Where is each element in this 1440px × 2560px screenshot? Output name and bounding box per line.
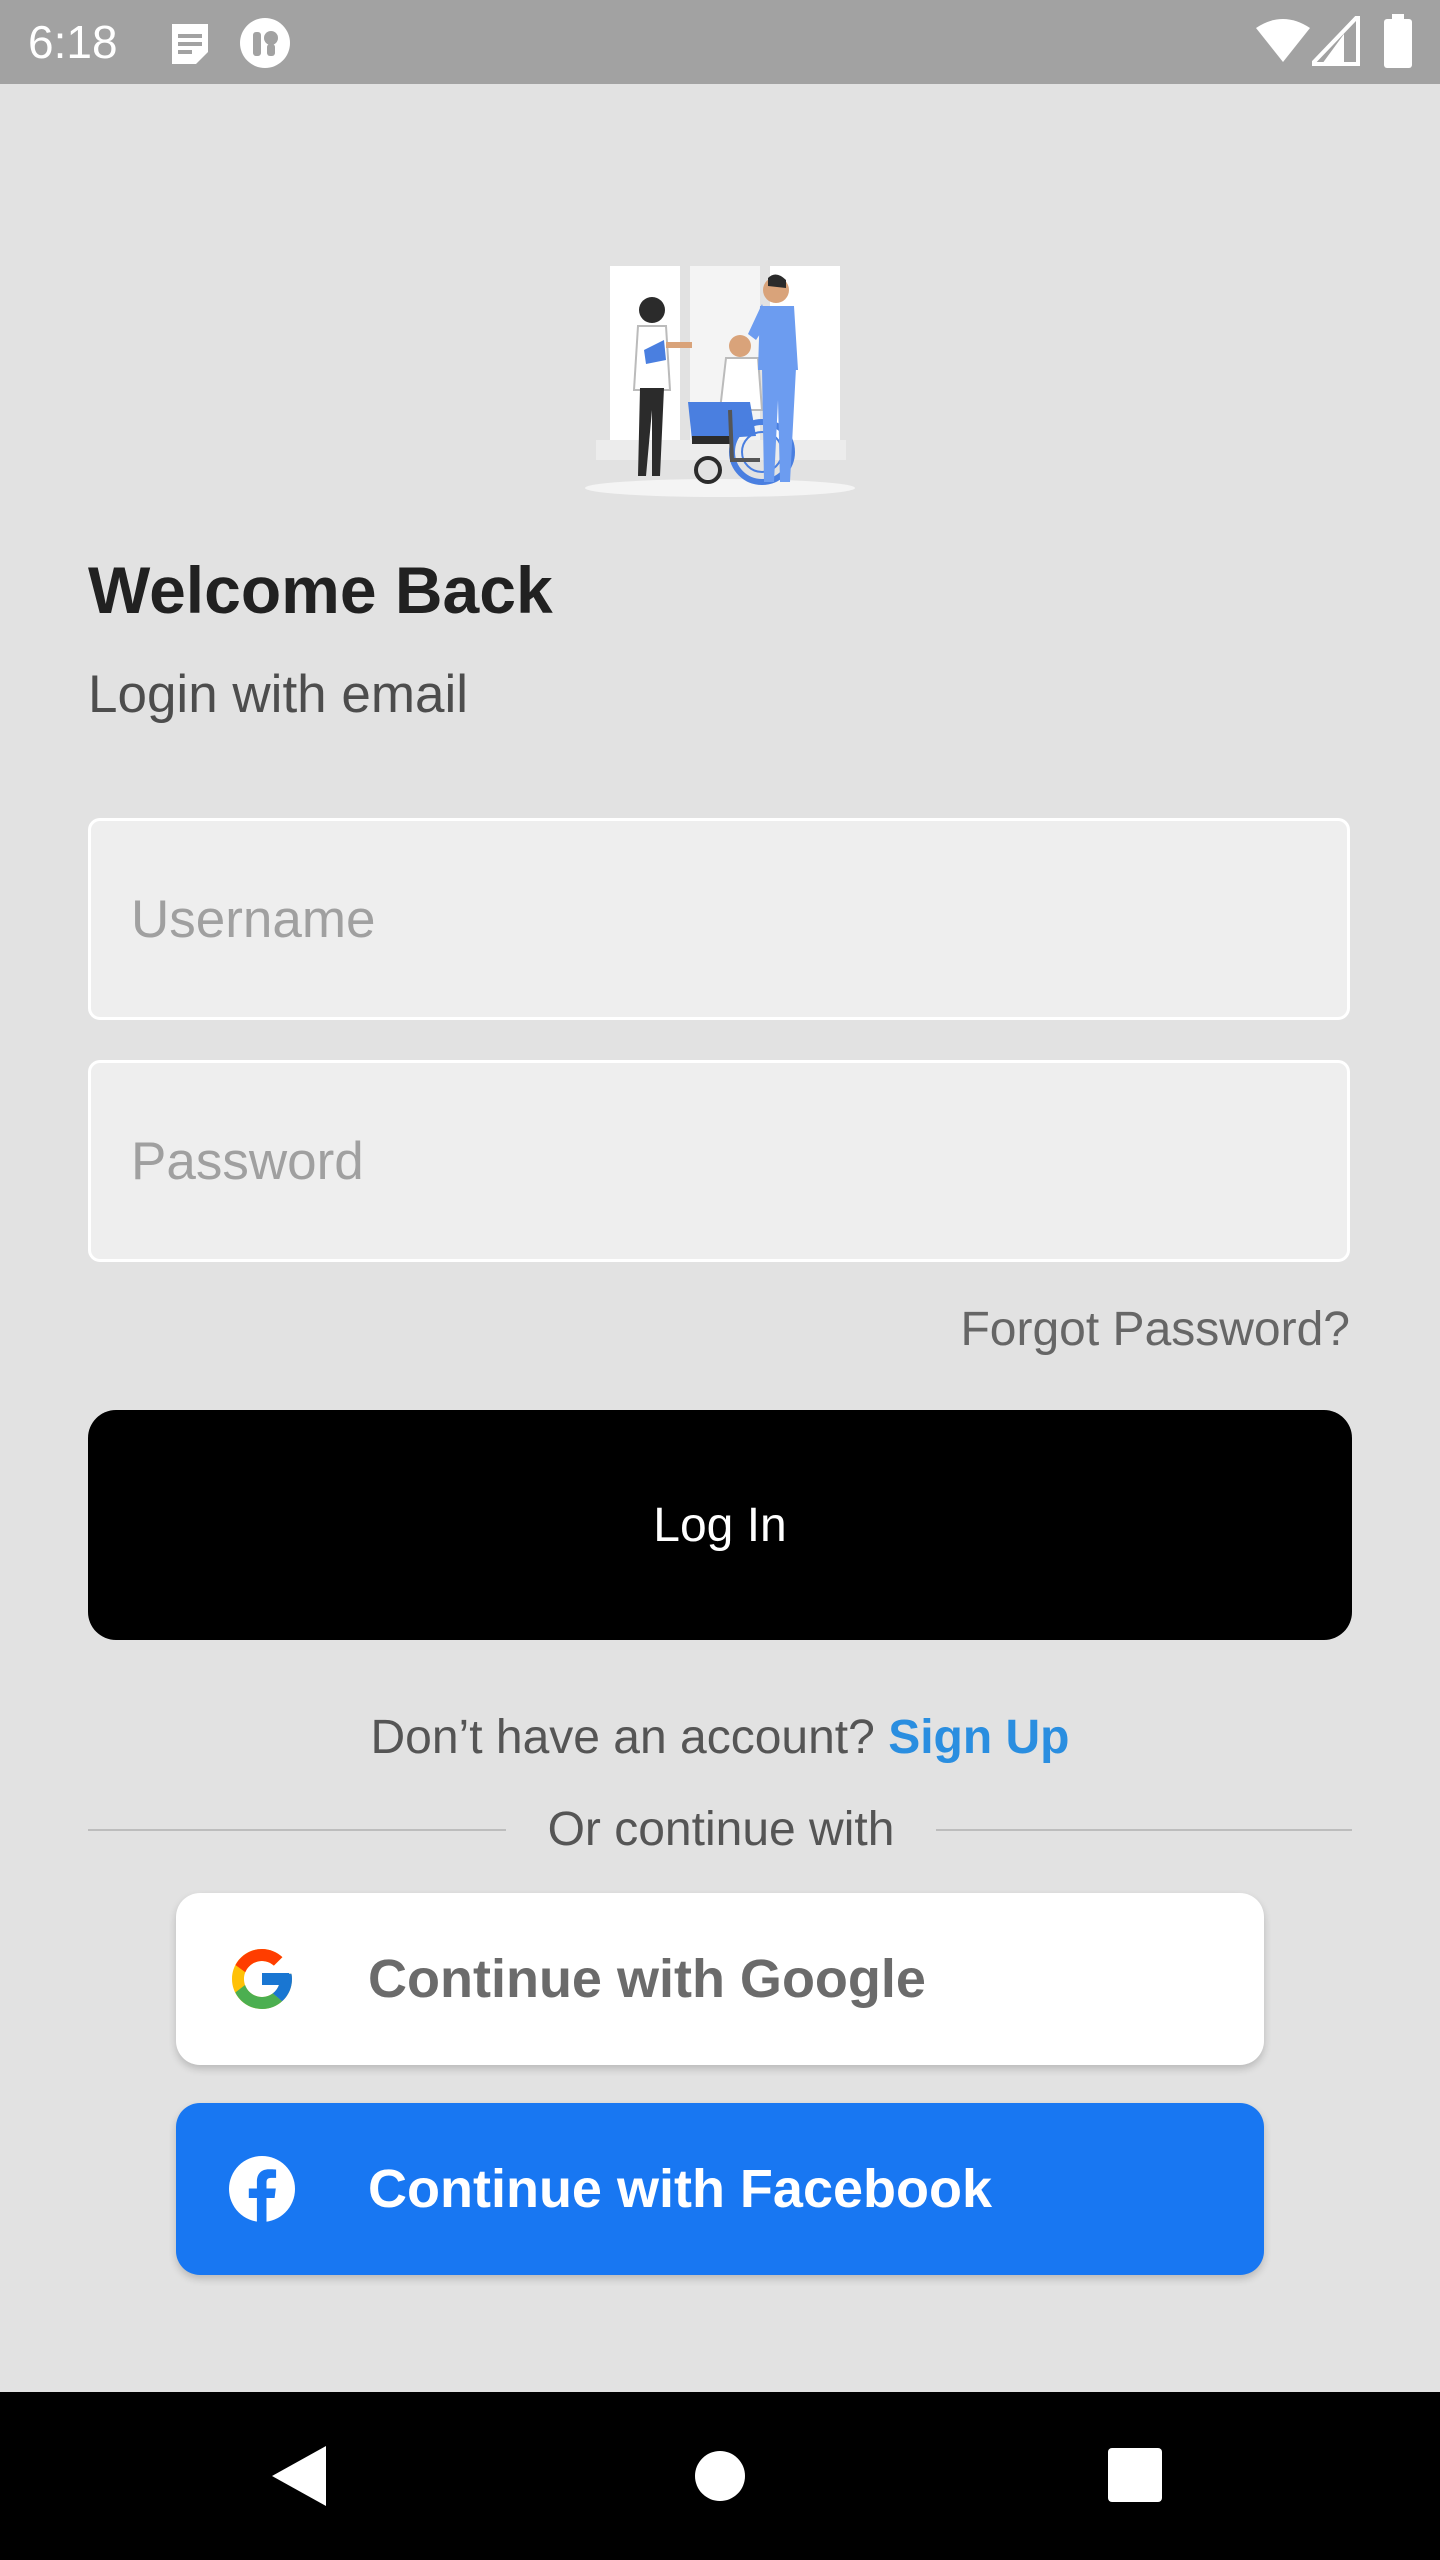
caregivers-illustration — [585, 266, 855, 497]
notes-icon — [172, 24, 208, 64]
username-input[interactable] — [88, 818, 1350, 1020]
status-bar: 6:18 — [0, 0, 1440, 84]
google-signin-label: Continue with Google — [368, 1949, 926, 2009]
google-signin-button[interactable]: Continue with Google — [176, 1893, 1264, 2065]
navigation-bar — [0, 2392, 1440, 2560]
signup-link[interactable]: Sign Up — [888, 1711, 1069, 1764]
signal-icon — [1312, 16, 1360, 66]
facebook-icon — [229, 2156, 295, 2222]
page-title: Welcome Back — [88, 553, 553, 627]
accessibility-icon — [240, 18, 290, 68]
page-subtitle: Login with email — [88, 665, 469, 724]
google-icon — [232, 1949, 292, 2009]
status-time: 6:18 — [28, 16, 118, 68]
signup-prompt-row: Don’t have an account? Sign Up — [0, 1708, 1440, 1768]
facebook-signin-label: Continue with Facebook — [368, 2159, 993, 2219]
recents-icon[interactable] — [1108, 2448, 1162, 2502]
back-icon[interactable] — [270, 2444, 328, 2508]
home-icon[interactable] — [694, 2450, 746, 2502]
divider-text: Or continue with — [547, 1803, 895, 1856]
divider-line-right — [936, 1829, 1352, 1831]
battery-icon — [1384, 14, 1412, 68]
facebook-signin-button[interactable]: Continue with Facebook — [176, 2103, 1264, 2275]
forgot-password-link[interactable]: Forgot Password? — [960, 1300, 1350, 1360]
login-button[interactable]: Log In — [88, 1410, 1352, 1640]
login-button-label: Log In — [653, 1498, 787, 1552]
divider-line-left — [88, 1829, 506, 1831]
signup-prompt: Don’t have an account? — [370, 1711, 875, 1764]
password-input[interactable] — [88, 1060, 1350, 1262]
wifi-icon — [1256, 19, 1310, 62]
